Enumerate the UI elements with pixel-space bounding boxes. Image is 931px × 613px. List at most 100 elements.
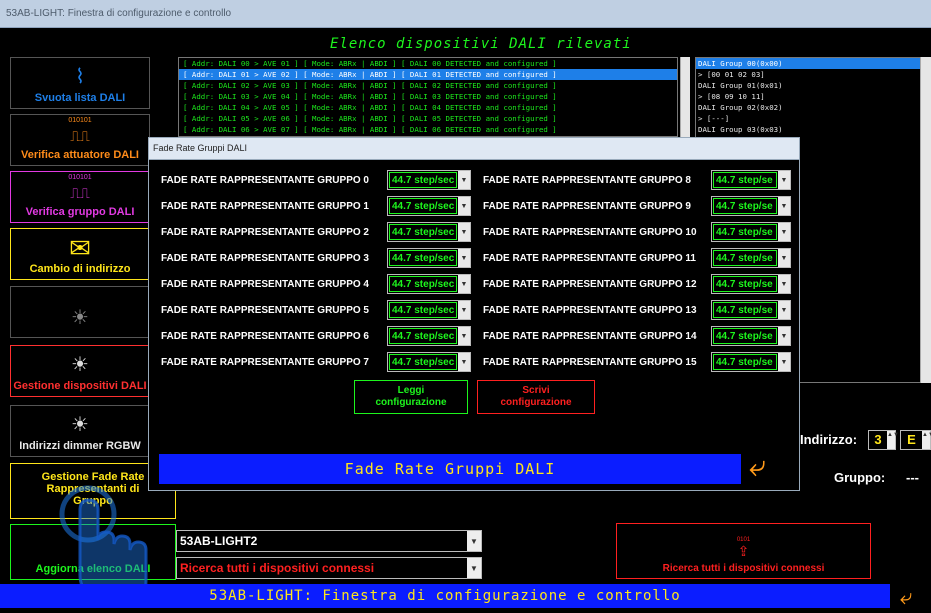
fade-rate-select-10[interactable]: 44.7 step/se ▼: [711, 222, 791, 242]
fade-rate-select-15[interactable]: 44.7 step/se ▼: [711, 352, 791, 372]
log-scrollbar[interactable]: [680, 57, 690, 137]
spin-icon[interactable]: ▲▼: [922, 431, 931, 449]
sidebar-item-manage-devices[interactable]: ☀ Gestione dispositivi DALI: [10, 345, 150, 397]
fade-rate-select-1[interactable]: 44.7 step/sec ▼: [387, 196, 471, 216]
sidebar-item-disabled[interactable]: ☀: [10, 286, 150, 338]
dialog-title: Fade Rate Gruppi DALI: [153, 143, 248, 153]
fade-rate-select-0[interactable]: 44.7 step/sec ▼: [387, 170, 471, 190]
chevron-down-icon[interactable]: ▼: [458, 249, 470, 267]
fade-rate-select-9[interactable]: 44.7 step/se ▼: [711, 196, 791, 216]
fade-row-0: FADE RATE RAPPRESENTANTE GRUPPO 0: [161, 174, 369, 186]
search-mode-select[interactable]: Ricerca tutti i dispositivi connessi ▼: [176, 557, 482, 579]
fade-row-6: FADE RATE RAPPRESENTANTE GRUPPO 6: [161, 330, 369, 342]
window-title-bar: 53AB-LIGHT: Finestra di configurazione e…: [0, 0, 931, 28]
list-item[interactable]: DALI Group 02(0x02): [696, 102, 922, 113]
fade-row-4: FADE RATE RAPPRESENTANTE GRUPPO 4: [161, 278, 369, 290]
dialog-footer-bar: Fade Rate Gruppi DALI: [159, 454, 741, 484]
fade-rate-select-6[interactable]: 44.7 step/sec ▼: [387, 326, 471, 346]
fade-rate-select-4[interactable]: 44.7 step/sec ▼: [387, 274, 471, 294]
address-stepper[interactable]: 3 ▲▼: [868, 430, 899, 450]
fade-rate-select-12[interactable]: 44.7 step/se ▼: [711, 274, 791, 294]
chevron-down-icon[interactable]: ▼: [458, 223, 470, 241]
main-footer-bar: 53AB-LIGHT: Finestra di configurazione e…: [0, 584, 890, 608]
back-arrow-icon[interactable]: ⤶: [749, 452, 766, 482]
fade-rate-dialog: Fade Rate Gruppi DALI FADE RATE RAPPRESE…: [148, 137, 800, 491]
write-config-button[interactable]: Scrivi configurazione: [477, 380, 595, 414]
fade-row-2: FADE RATE RAPPRESENTANTE GRUPPO 2: [161, 226, 369, 238]
fade-rate-select-13[interactable]: 44.7 step/se ▼: [711, 300, 791, 320]
fade-row-3: FADE RATE RAPPRESENTANTE GRUPPO 3: [161, 252, 369, 264]
list-item[interactable]: [ Addr: DALI 02 > AVE 03 ] [ Mode: ABRx …: [179, 80, 677, 91]
chevron-down-icon[interactable]: ▼: [458, 197, 470, 215]
fade-rate-select-2[interactable]: 44.7 step/sec ▼: [387, 222, 471, 242]
fade-rate-select-8[interactable]: 44.7 step/se ▼: [711, 170, 791, 190]
list-item[interactable]: [ Addr: DALI 05 > AVE 06 ] [ Mode: ABRx …: [179, 113, 677, 124]
fade-row-12: FADE RATE RAPPRESENTANTE GRUPPO 12: [483, 278, 697, 290]
device-select[interactable]: 53AB-LIGHT2 ▼: [176, 530, 482, 552]
spin-icon[interactable]: ▲▼: [887, 431, 899, 449]
chevron-down-icon[interactable]: ▼: [458, 327, 470, 345]
read-config-button[interactable]: Leggi configurazione: [354, 380, 468, 414]
sidebar-item-verify-actuator[interactable]: 010101 ⎍⎍ Verifica attuatore DALI: [10, 114, 150, 166]
sidebar-item-rgbw-dimmer[interactable]: ☀ Indirizzi dimmer RGBW: [10, 405, 150, 457]
chevron-down-icon[interactable]: ▼: [467, 531, 481, 551]
list-item[interactable]: [ Addr: DALI 00 > AVE 01 ] [ Mode: ABRx …: [179, 58, 677, 69]
chevron-down-icon[interactable]: ▼: [467, 558, 481, 578]
list-item[interactable]: [ Addr: DALI 06 > AVE 07 ] [ Mode: ABRx …: [179, 124, 677, 135]
signal-wave-icon: 010101: [68, 174, 92, 181]
fade-row-15: FADE RATE RAPPRESENTANTE GRUPPO 15: [483, 356, 697, 368]
list-item[interactable]: > [08 09 10 11]: [696, 91, 922, 102]
chevron-down-icon[interactable]: ▼: [778, 249, 790, 267]
bulb-icon: ☀: [71, 354, 89, 376]
square-wave-icon: ⎍⎍: [70, 185, 90, 201]
chevron-down-icon[interactable]: ▼: [778, 223, 790, 241]
fade-row-11: FADE RATE RAPPRESENTANTE GRUPPO 11: [483, 252, 696, 264]
fade-row-8: FADE RATE RAPPRESENTANTE GRUPPO 8: [483, 174, 691, 186]
address-letter-stepper[interactable]: E ▲▼: [900, 430, 931, 450]
fade-rate-select-3[interactable]: 44.7 step/sec ▼: [387, 248, 471, 268]
bulb-icon: ☀: [71, 307, 89, 329]
search-all-button[interactable]: 0101 ⇪ Ricerca tutti i dispositivi conne…: [616, 523, 871, 579]
chevron-down-icon[interactable]: ▼: [778, 197, 790, 215]
envelope-icon: ✉: [69, 233, 91, 263]
fade-rate-select-7[interactable]: 44.7 step/sec ▼: [387, 352, 471, 372]
chevron-down-icon[interactable]: ▼: [778, 275, 790, 293]
chevron-down-icon[interactable]: ▼: [458, 301, 470, 319]
back-arrow-icon[interactable]: ⤶: [900, 586, 912, 608]
fade-rate-select-14[interactable]: 44.7 step/se ▼: [711, 326, 791, 346]
chevron-down-icon[interactable]: ▼: [458, 353, 470, 371]
list-item[interactable]: [ Addr: DALI 04 > AVE 05 ] [ Mode: ABRx …: [179, 102, 677, 113]
sidebar-item-verify-group[interactable]: 010101 ⎍⎍ Verifica gruppo DALI: [10, 171, 150, 223]
page-title: Elenco dispositivi DALI rilevati: [330, 36, 632, 52]
chevron-down-icon[interactable]: ▼: [778, 171, 790, 189]
broom-icon: ⌇: [75, 66, 85, 88]
sidebar-item-change-address[interactable]: ✉ Cambio di indirizzo: [10, 228, 150, 280]
square-wave-icon: ⎍⎍: [70, 128, 90, 144]
sidebar-item-clear-list[interactable]: ⌇ Svuota lista DALI: [10, 57, 150, 109]
list-item[interactable]: > [00 01 02 03]: [696, 69, 922, 80]
chevron-down-icon[interactable]: ▼: [458, 171, 470, 189]
chevron-down-icon[interactable]: ▼: [778, 327, 790, 345]
list-item[interactable]: DALI Group 01(0x01): [696, 80, 922, 91]
list-item[interactable]: DALI Group 03(0x03): [696, 124, 922, 135]
fade-row-1: FADE RATE RAPPRESENTANTE GRUPPO 1: [161, 200, 369, 212]
signal-wave-icon: 010101: [68, 117, 92, 124]
list-item[interactable]: [ Addr: DALI 03 > AVE 04 ] [ Mode: ABRx …: [179, 91, 677, 102]
group-scrollbar[interactable]: [920, 57, 931, 383]
chevron-down-icon[interactable]: ▼: [778, 353, 790, 371]
dialog-title-bar: Fade Rate Gruppi DALI: [149, 138, 799, 160]
dali-device-log[interactable]: [ Addr: DALI 00 > AVE 01 ] [ Mode: ABRx …: [178, 57, 678, 137]
list-item[interactable]: > [---]: [696, 113, 922, 124]
chevron-down-icon[interactable]: ▼: [458, 275, 470, 293]
fade-rate-select-5[interactable]: 44.7 step/sec ▼: [387, 300, 471, 320]
list-item[interactable]: DALI Group 00(0x00): [696, 58, 922, 69]
fade-rate-select-11[interactable]: 44.7 step/se ▼: [711, 248, 791, 268]
address-label: Indirizzo:: [800, 432, 858, 447]
fade-row-13: FADE RATE RAPPRESENTANTE GRUPPO 13: [483, 304, 697, 316]
fade-row-14: FADE RATE RAPPRESENTANTE GRUPPO 14: [483, 330, 697, 342]
group-label: Gruppo:: [834, 470, 886, 485]
list-item[interactable]: [ Addr: DALI 01 > AVE 02 ] [ Mode: ABRx …: [179, 69, 677, 80]
group-value: ---: [906, 470, 919, 485]
chevron-down-icon[interactable]: ▼: [778, 301, 790, 319]
window-title: 53AB-LIGHT: Finestra di configurazione e…: [6, 8, 232, 19]
